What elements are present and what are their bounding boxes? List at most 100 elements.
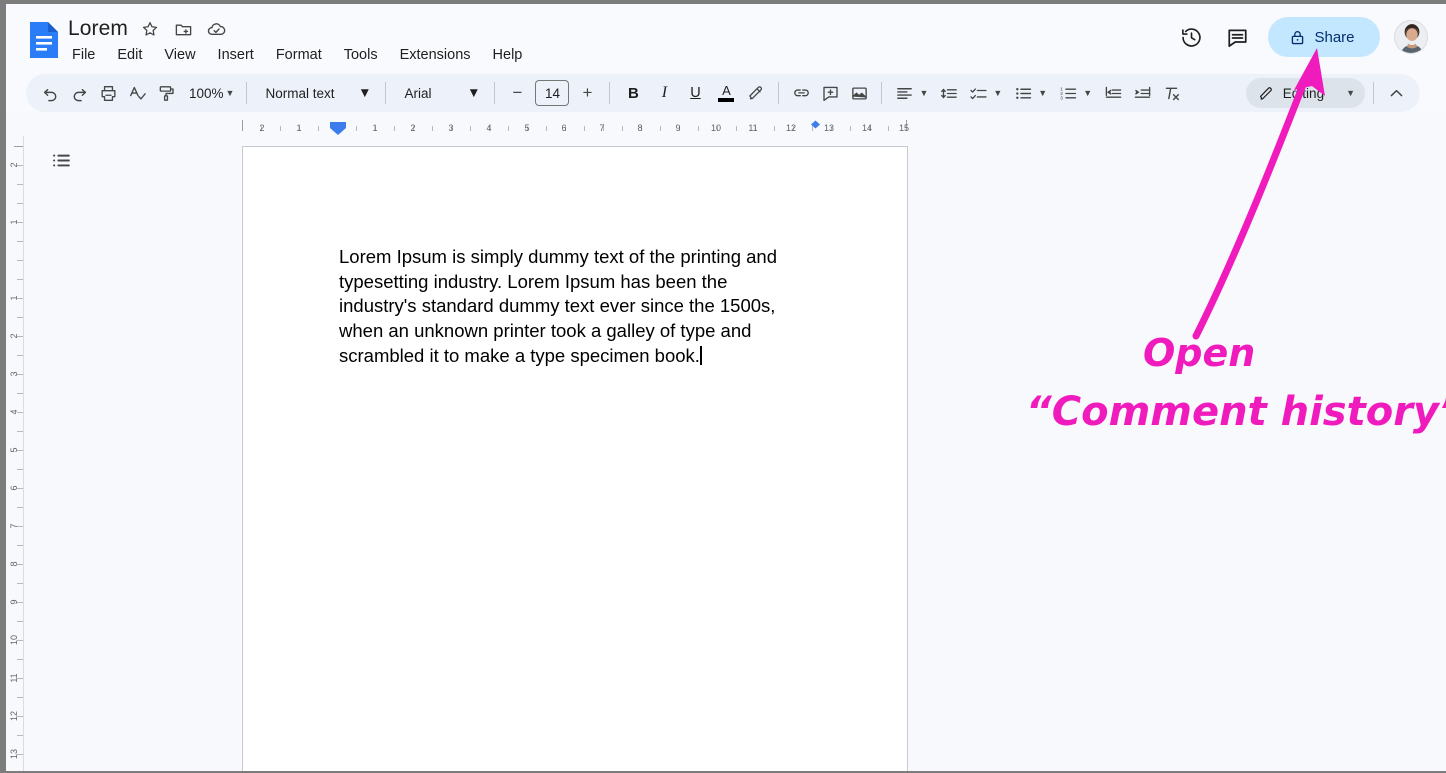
paint-format-icon[interactable] (152, 79, 180, 107)
svg-text:1: 1 (296, 123, 301, 133)
paragraph-style-selector[interactable]: Normal text ▼ (255, 79, 377, 107)
document-paragraph[interactable]: Lorem Ipsum is simply dummy text of the … (339, 245, 809, 369)
divider (778, 82, 780, 104)
decrease-indent-icon[interactable] (1099, 79, 1127, 107)
chevron-down-icon[interactable]: ▼ (1083, 88, 1092, 98)
menu-bar: File Edit View Insert Format Tools Exten… (68, 45, 524, 65)
menu-item-tools[interactable]: Tools (342, 45, 380, 65)
chevron-down-icon: ▼ (225, 87, 235, 98)
bold-button[interactable]: B (618, 79, 648, 107)
chevron-down-icon: ▼ (358, 85, 372, 101)
svg-text:4: 4 (9, 409, 19, 414)
underline-button[interactable]: U (680, 79, 710, 107)
share-button[interactable]: Share (1268, 17, 1380, 57)
svg-text:7: 7 (599, 123, 604, 133)
lock-icon (1289, 29, 1306, 46)
svg-text:8: 8 (9, 561, 19, 566)
divider (609, 82, 611, 104)
menu-item-format[interactable]: Format (274, 45, 324, 65)
svg-text:14: 14 (862, 123, 872, 133)
menu-item-extensions[interactable]: Extensions (398, 45, 473, 65)
zoom-selector[interactable]: 100% ▼ (181, 79, 238, 107)
zoom-value: 100% (189, 85, 224, 101)
svg-text:3: 3 (1060, 95, 1063, 101)
avatar[interactable] (1394, 20, 1428, 54)
document-title[interactable]: Lorem (68, 16, 128, 42)
svg-text:11: 11 (9, 673, 19, 682)
app-header: Lorem File Edit View Insert Format Tools… (6, 4, 1446, 72)
clear-formatting-icon[interactable] (1157, 79, 1185, 107)
svg-text:3: 3 (9, 371, 19, 376)
menu-item-help[interactable]: Help (491, 45, 525, 65)
svg-text:10: 10 (711, 123, 721, 133)
spellcheck-icon[interactable] (123, 79, 151, 107)
editing-mode-selector[interactable]: Editing ▼ (1245, 78, 1365, 108)
document-page[interactable]: Lorem Ipsum is simply dummy text of the … (242, 146, 908, 771)
svg-text:2: 2 (259, 123, 264, 133)
vertical-ruler[interactable]: 2 1 1 2 3 4 5 6 7 8 9 10 11 12 13 14 (6, 136, 30, 771)
title-block: Lorem File Edit View Insert Format Tools… (68, 14, 524, 65)
svg-text:6: 6 (561, 123, 566, 133)
add-comment-icon[interactable] (816, 79, 844, 107)
page-content[interactable]: Lorem Ipsum is simply dummy text of the … (339, 245, 809, 369)
svg-text:9: 9 (675, 123, 680, 133)
increase-font-size-button[interactable]: + (573, 79, 601, 107)
font-family-selector[interactable]: Arial ▼ (394, 79, 486, 107)
svg-text:2: 2 (410, 123, 415, 133)
redo-icon[interactable] (65, 79, 93, 107)
menu-item-edit[interactable]: Edit (115, 45, 144, 65)
text-cursor (699, 345, 702, 365)
divider (494, 82, 496, 104)
numbered-list-icon[interactable]: 1 2 3 (1054, 79, 1082, 107)
google-docs-file-icon[interactable] (26, 20, 60, 60)
line-spacing-icon[interactable] (935, 79, 963, 107)
svg-text:1: 1 (9, 295, 19, 300)
insert-link-icon[interactable] (787, 79, 815, 107)
svg-text:7: 7 (9, 523, 19, 528)
insert-image-icon[interactable] (845, 79, 873, 107)
version-history-icon[interactable] (1170, 16, 1212, 58)
header-actions: Share (1170, 16, 1428, 58)
comment-history-icon[interactable] (1216, 16, 1258, 58)
align-icon[interactable] (890, 79, 918, 107)
divider (385, 82, 387, 104)
menu-item-view[interactable]: View (162, 45, 197, 65)
chevron-down-icon[interactable]: ▼ (993, 88, 1002, 98)
svg-text:15: 15 (899, 123, 909, 133)
share-button-label: Share (1314, 28, 1355, 46)
paragraph-style-value: Normal text (265, 85, 335, 101)
svg-text:12: 12 (786, 123, 796, 133)
toolbar-container: 100% ▼ Normal text ▼ Arial ▼ − + B I U (6, 72, 1446, 114)
document-outline-icon[interactable] (44, 143, 78, 177)
divider (246, 82, 248, 104)
divider (881, 82, 883, 104)
print-icon[interactable] (94, 79, 122, 107)
decrease-font-size-button[interactable]: − (503, 79, 531, 107)
highlight-color-icon[interactable] (742, 79, 770, 107)
google-docs-window: Lorem File Edit View Insert Format Tools… (0, 0, 1446, 773)
svg-text:11: 11 (748, 123, 757, 133)
move-to-folder-icon[interactable] (172, 18, 194, 40)
svg-text:13: 13 (824, 123, 834, 133)
svg-text:8: 8 (637, 123, 642, 133)
undo-icon[interactable] (36, 79, 64, 107)
menu-item-file[interactable]: File (70, 45, 97, 65)
svg-text:13: 13 (9, 749, 19, 759)
horizontal-ruler[interactable]: 2 1 1 2 3 4 5 6 7 8 9 10 11 12 13 14 15 (6, 114, 1446, 136)
chevron-down-icon[interactable]: ▼ (919, 88, 928, 98)
cloud-saved-icon[interactable] (205, 18, 227, 40)
italic-button[interactable]: I (649, 79, 679, 107)
svg-text:6: 6 (9, 485, 19, 490)
increase-indent-icon[interactable] (1128, 79, 1156, 107)
svg-text:12: 12 (9, 711, 19, 721)
chevron-down-icon[interactable]: ▼ (1038, 88, 1047, 98)
collapse-toolbar-icon[interactable] (1382, 79, 1410, 107)
checklist-icon[interactable] (964, 79, 992, 107)
bulleted-list-icon[interactable] (1009, 79, 1037, 107)
star-icon[interactable] (139, 18, 161, 40)
font-size-input[interactable] (535, 80, 570, 106)
svg-text:9: 9 (9, 599, 19, 604)
svg-text:10: 10 (9, 635, 19, 645)
text-color-button[interactable]: A (711, 79, 741, 107)
menu-item-insert[interactable]: Insert (216, 45, 256, 65)
